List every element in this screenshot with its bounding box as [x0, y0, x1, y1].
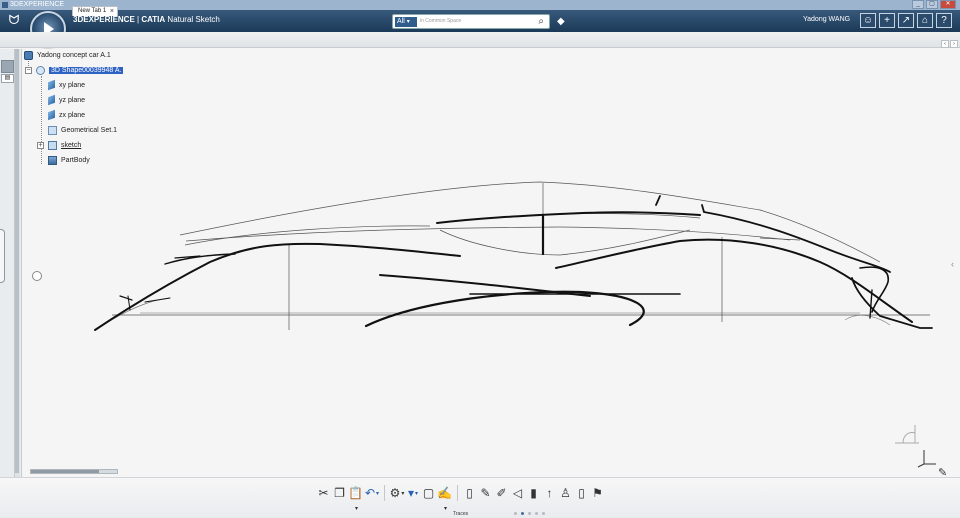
paste-icon[interactable]: 📋 [348, 486, 363, 501]
toolbar-section-label: Traces [453, 511, 469, 517]
tree-item-label: xy plane [59, 82, 86, 89]
plus-icon[interactable]: + [879, 13, 895, 28]
tab-navigation: ‹ › [941, 40, 958, 48]
tree-item-yz-plane[interactable]: yz plane [48, 94, 86, 107]
panel-toggle-button[interactable] [1, 60, 14, 73]
frame-icon[interactable]: ▢ [421, 486, 436, 501]
tab-bar [0, 32, 960, 48]
pager-dot[interactable] [528, 512, 531, 515]
window-title-bar: 3DEXPERIENCE _ ▢ ✕ [0, 0, 960, 10]
tree-item-label: zx plane [59, 112, 86, 119]
search-box[interactable]: All in Common Space ⌕ [392, 14, 550, 29]
pencil-icon[interactable]: ✎ [478, 486, 493, 501]
tab-close-icon[interactable]: × [110, 7, 114, 16]
home-icon[interactable]: ⌂ [917, 13, 933, 28]
tree-item-label: yz plane [59, 97, 86, 104]
cone-icon[interactable]: ◁ [510, 486, 525, 501]
toolbar-pager [514, 512, 545, 515]
app-brand: 3DEXPERIENCE | CATIA Natural Sketch [73, 15, 220, 24]
brand-prefix: 3DEXPERIENCE [73, 15, 135, 24]
minimize-button[interactable]: _ [912, 0, 924, 9]
toolbar-separator [457, 485, 458, 501]
tag-icon[interactable]: ◆ [557, 16, 565, 27]
app-icon [2, 2, 8, 8]
plane-icon [48, 109, 55, 121]
pager-dot[interactable] [535, 512, 538, 515]
robot-handle-icon[interactable] [32, 271, 42, 281]
horizontal-scrollbar[interactable] [30, 469, 118, 474]
tree-item-xy-plane[interactable]: xy plane [48, 79, 86, 92]
tree-shape[interactable]: 3D Shape00039948 A. [36, 65, 124, 77]
sketch-icon [48, 140, 57, 150]
3d-shape-icon [36, 65, 45, 75]
side-panel-grip[interactable] [0, 229, 5, 283]
maximize-button[interactable]: ▢ [926, 0, 938, 9]
part-body-icon [48, 155, 57, 165]
paint-icon[interactable]: ▾ [405, 486, 420, 501]
tree-item-geometrical-set[interactable]: Geometrical Set.1 [48, 125, 117, 137]
brand-app: CATIA [141, 15, 166, 24]
share-icon[interactable]: ↗ [898, 13, 914, 28]
scrollbar-thumb[interactable] [15, 49, 19, 473]
tree-item-label: Geometrical Set.1 [61, 127, 118, 134]
sweep-icon[interactable]: ⚑ [590, 486, 605, 501]
plane-icon [48, 94, 55, 106]
pen-icon[interactable]: ✐ [494, 486, 509, 501]
pager-dot-active[interactable] [521, 512, 524, 515]
tree-connector [41, 76, 42, 164]
window-title: 3DEXPERIENCE [10, 1, 65, 8]
search-input[interactable]: in Common Space [420, 18, 461, 24]
cut-icon[interactable]: ✂ [316, 486, 331, 501]
search-icon[interactable]: ⌕ [538, 16, 544, 27]
tab-label: New Tab 1 [78, 8, 107, 14]
plane-icon [48, 79, 55, 91]
marker-icon[interactable]: ▮ [526, 486, 541, 501]
figure-icon[interactable]: ♙ [558, 486, 573, 501]
expand-icon[interactable]: + [37, 142, 44, 149]
collapse-icon[interactable]: − [25, 67, 32, 74]
pager-dot[interactable] [542, 512, 545, 515]
tab-next-button[interactable]: › [950, 40, 958, 48]
arrow-up-icon[interactable]: ↑ [542, 486, 557, 501]
tab-prev-button[interactable]: ‹ [941, 40, 949, 48]
tree-shape-label: 3D Shape00039948 A. [49, 67, 124, 74]
axis-triad-icon [917, 450, 936, 468]
dassault-logo-icon[interactable]: ᗢ [6, 13, 22, 29]
doc-icon[interactable]: ▯ [462, 486, 477, 501]
toolbar-separator [384, 485, 385, 501]
geometrical-set-icon [48, 125, 57, 135]
settings-icon[interactable]: ⚙ [389, 486, 404, 501]
view-compass-icon[interactable] [893, 423, 921, 445]
sketch-canvas[interactable] [22, 49, 960, 477]
panel-view-button[interactable]: ▤ [1, 74, 14, 83]
toolbar: ✂ ❐ 📋 ↶ ⚙ ▾ ▢ ✍ ▯ ✎ ✐ ◁ ▮ ↑ ♙ ▯ ⚑ [316, 484, 606, 502]
undo-icon[interactable]: ↶ [364, 486, 379, 501]
user-name[interactable]: Yadong WANG [803, 16, 850, 23]
tree-item-zx-plane[interactable]: zx plane [48, 109, 86, 122]
eraser-icon[interactable]: ▯ [574, 486, 589, 501]
brand-role: Natural Sketch [165, 15, 220, 24]
close-button[interactable]: ✕ [940, 0, 956, 9]
brush-icon[interactable]: ✍ [437, 486, 452, 501]
tree-item-label: sketch [61, 142, 82, 149]
tree-item-partbody[interactable]: PartBody [48, 155, 90, 167]
help-icon[interactable]: ? [936, 13, 952, 28]
window-controls: _ ▢ ✕ [912, 0, 956, 9]
user-icon[interactable]: ☺ [860, 13, 876, 28]
header-buttons: ☺ + ↗ ⌂ ? [860, 13, 952, 28]
product-icon [24, 50, 33, 60]
expand-right-icon[interactable]: ‹ [951, 259, 954, 269]
tree-root-label: Yadong concept car A.1 [37, 52, 111, 59]
copy-icon[interactable]: ❐ [332, 486, 347, 501]
search-scope-dropdown[interactable]: All [395, 17, 417, 27]
tree-item-sketch[interactable]: sketch [48, 140, 81, 152]
tree-item-label: PartBody [61, 157, 90, 164]
horizontal-scrollbar-thumb[interactable] [31, 470, 99, 473]
tab-new-tab-1[interactable]: New Tab 1 × [72, 6, 118, 16]
tree-root[interactable]: Yadong concept car A.1 [24, 50, 111, 62]
pager-dot[interactable] [514, 512, 517, 515]
